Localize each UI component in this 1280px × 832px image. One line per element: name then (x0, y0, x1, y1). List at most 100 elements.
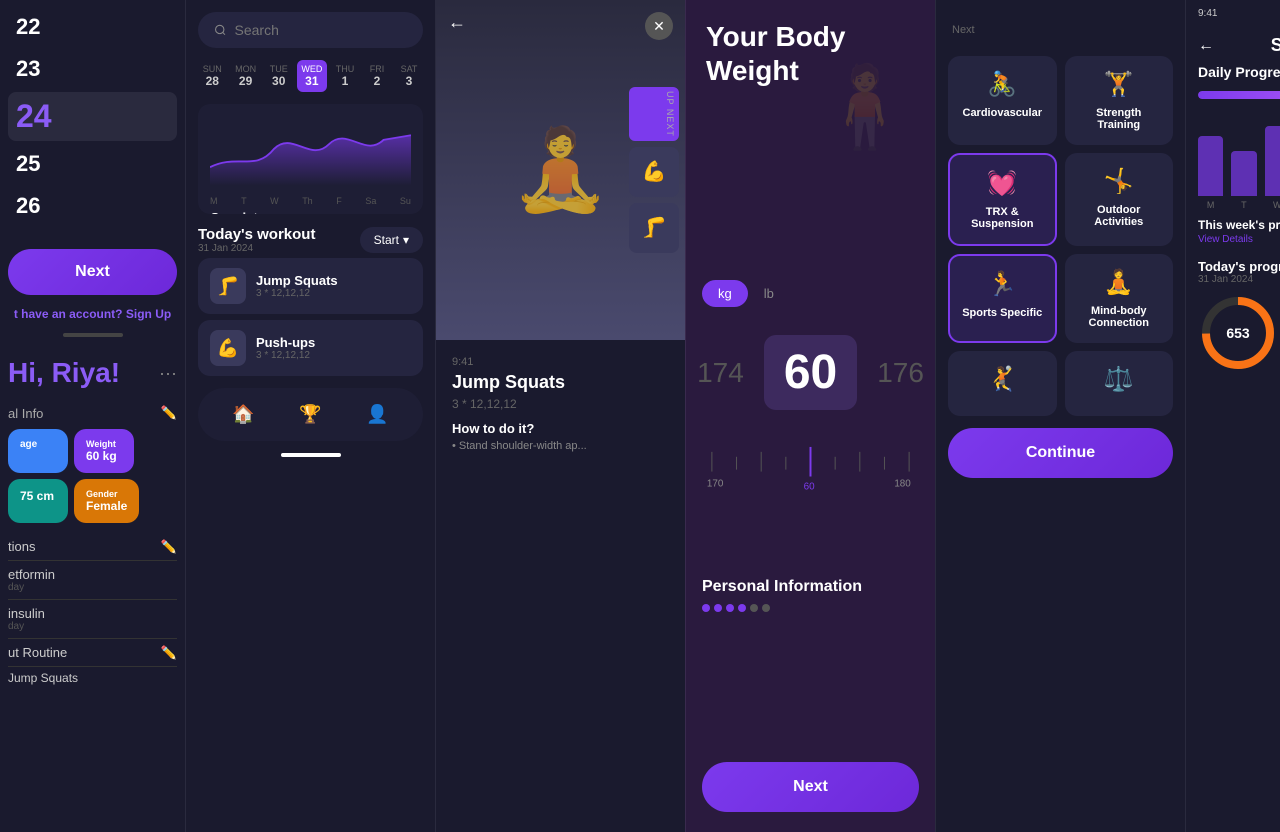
todays-progress-date: 31 Jan 2024 (1198, 274, 1280, 285)
start-button[interactable]: Start ▾ (360, 227, 423, 253)
search-input[interactable] (235, 22, 407, 38)
profile-nav-icon[interactable]: 👤 (356, 400, 398, 429)
chart-svg (210, 116, 411, 191)
background-figure: 🧍 (815, 60, 915, 154)
signup-text: t have an account? Sign Up (8, 307, 177, 321)
back-arrow[interactable]: ← (448, 12, 466, 33)
circle-svg-1: 653 (1198, 293, 1278, 373)
cat-7[interactable]: 🤾 (948, 351, 1057, 416)
more-options-icon[interactable]: ··· (159, 363, 177, 384)
bottom-nav: 🏠 🏆 👤 (198, 388, 423, 441)
info-cards: age Weight 60 kg (8, 429, 177, 473)
home-nav-icon[interactable]: 🏠 (222, 400, 264, 429)
day-sun[interactable]: SUN28 (198, 60, 227, 92)
cat-sports[interactable]: 🏃 Sports Specific (948, 254, 1057, 343)
cat-outdoor[interactable]: 🤸 Outdoor Activities (1065, 153, 1174, 246)
section-routine: ut Routine ✏️ (8, 639, 177, 667)
workout-item-jumpsquats[interactable]: 🦵 Jump Squats 3 * 12,12,12 (198, 258, 423, 314)
pushups-info: Push-ups 3 * 12,12,12 (256, 335, 315, 361)
panel-body-weight: 🧍 Your Body Weight kg lb 174 60 176 (685, 0, 935, 832)
exercise-figure: 🧘 (511, 123, 611, 217)
svg-text:653: 653 (1226, 325, 1250, 341)
progress-dots (702, 604, 862, 612)
trx-icon: 💓 (987, 169, 1017, 198)
trophy-nav-icon[interactable]: 🏆 (289, 400, 331, 429)
status-time: 9:41 (1198, 8, 1217, 19)
gauge-svg: 170 180 60 (702, 442, 919, 491)
continue-button[interactable]: Continue (948, 428, 1173, 478)
exercise-video-area: ← 🧘 ✕ UP NEXT 💪 🦵 (436, 0, 685, 340)
svg-text:180: 180 (894, 478, 911, 489)
thumb-1[interactable]: 💪 (629, 147, 679, 197)
thumb-2[interactable]: 🦵 (629, 203, 679, 253)
next-button-p4[interactable]: Next (702, 762, 919, 812)
edit-icon[interactable]: ✏️ (161, 405, 177, 421)
view-details-link[interactable]: View Details (1186, 232, 1280, 247)
signup-link[interactable]: Sign Up (126, 307, 171, 321)
jumpsquats-info: Jump Squats 3 * 12,12,12 (256, 273, 338, 299)
personal-info-section: al Info ✏️ age Weight 60 kg 75 cm Gender… (8, 405, 177, 523)
search-bar[interactable] (198, 12, 423, 48)
week-progress-label: This week's progress (1186, 218, 1280, 232)
lb-button[interactable]: lb (748, 280, 790, 307)
cat-mindbody[interactable]: 🧘 Mind-body Connection (1065, 254, 1174, 343)
bar-wed-label: W (1273, 200, 1280, 210)
outdoor-label: Outdoor Activities (1075, 204, 1164, 228)
pushups-sets: 3 * 12,12,12 (256, 350, 315, 361)
cat-trx[interactable]: 💓 TRX & Suspension (948, 153, 1057, 246)
day-thu[interactable]: THU1 (331, 60, 359, 92)
p5-header: Next (936, 0, 1185, 56)
calendar-row-25: 25 (8, 145, 177, 183)
pushups-thumbnail: 💪 (210, 330, 246, 366)
workout-item-pushups[interactable]: 💪 Push-ups 3 * 12,12,12 (198, 320, 423, 376)
day-tue[interactable]: TUE30 (265, 60, 293, 92)
search-icon (214, 23, 227, 37)
section-insulin: insulin day (8, 600, 177, 639)
tw-header: Today's workout 31 Jan 2024 Start ▾ (198, 226, 423, 254)
how-to-label: How to do it? (452, 421, 669, 436)
weight-gauge[interactable]: 170 180 60 (702, 442, 919, 496)
todays-progress-title: Today's progress (1198, 259, 1280, 274)
section-platformin: etformin day (8, 561, 177, 600)
cardiovascular-icon: 🚴 (987, 70, 1017, 99)
dot-3 (726, 604, 734, 612)
progress-bar-fill (1198, 91, 1280, 99)
dot-6 (762, 604, 770, 612)
weight-numbers: 174 60 176 (702, 319, 919, 426)
chevron-icon: ▾ (403, 233, 409, 247)
jumpsquats-thumbnail: 🦵 (210, 268, 246, 304)
exercise-sets: 3 * 12,12,12 (452, 397, 669, 411)
bar-chart: M T W Th F Sa Su (1198, 110, 1280, 210)
section-tions: tions ✏️ (8, 533, 177, 561)
weight-left: 174 (697, 357, 744, 389)
cal-num-26: 26 (16, 193, 40, 219)
greeting-text: Hi, Riya! (8, 357, 120, 389)
consistency-label: Consistency (210, 210, 411, 214)
personal-info-label-area: Personal Information (702, 578, 862, 612)
cal-num-24: 24 (16, 98, 52, 135)
day-mon[interactable]: MON29 (231, 60, 261, 92)
day-fri[interactable]: FRI2 (363, 60, 391, 92)
bar-tue-label: T (1241, 200, 1247, 210)
weight-toggle-section: kg lb 174 60 176 (702, 280, 919, 496)
back-arrow-6[interactable]: ← (1198, 37, 1214, 55)
circle-chart-1: 653 (1198, 293, 1278, 373)
panel-workout-category: Next 🚴 Cardiovascular 🏋️ Strength Traini… (935, 0, 1185, 832)
hi-riya-section: Hi, Riya! ··· (8, 357, 177, 389)
strength-icon: 🏋️ (1104, 70, 1134, 99)
exercise-title: Jump Squats (452, 372, 669, 393)
jumpsquats-sets: 3 * 12,12,12 (256, 288, 338, 299)
cat-strength[interactable]: 🏋️ Strength Training (1065, 56, 1174, 145)
cat-cardiovascular[interactable]: 🚴 Cardiovascular (948, 56, 1057, 145)
cat-8[interactable]: ⚖️ (1065, 351, 1174, 416)
day-wed[interactable]: WED31 (297, 60, 327, 92)
next-button-1[interactable]: Next (8, 249, 177, 295)
progress-bar-small (63, 333, 123, 337)
todays-workout-section: Today's workout 31 Jan 2024 Start ▾ 🦵 Ju… (186, 226, 435, 376)
day-sat[interactable]: SAT3 (395, 60, 423, 92)
info-cards-2: 75 cm Gender Female (8, 479, 177, 523)
dot-2 (714, 604, 722, 612)
dot-1 (702, 604, 710, 612)
exercise-info: 9:41 Jump Squats 3 * 12,12,12 How to do … (436, 340, 685, 468)
kg-button[interactable]: kg (702, 280, 748, 307)
